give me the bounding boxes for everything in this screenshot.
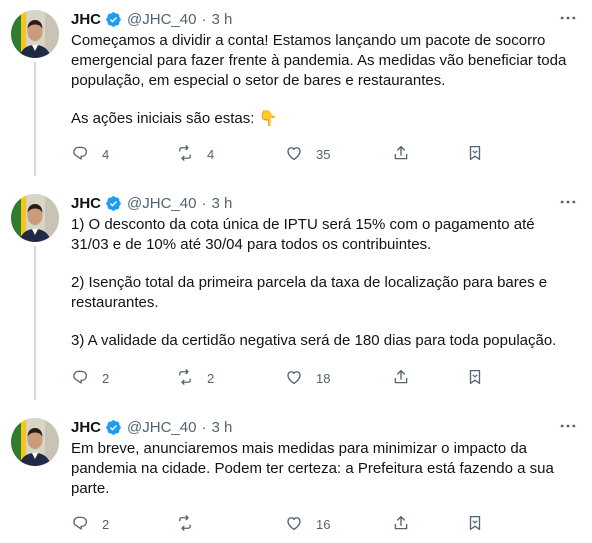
author-name[interactable]: JHC bbox=[71, 419, 101, 436]
share-button[interactable] bbox=[392, 514, 410, 534]
bookmark-icon bbox=[466, 514, 484, 535]
like-icon bbox=[285, 144, 303, 165]
more-options-icon[interactable] bbox=[558, 8, 578, 28]
like-button[interactable]: 35 bbox=[285, 144, 330, 164]
retweet-count: 2 bbox=[207, 370, 215, 386]
reply-icon bbox=[71, 514, 89, 535]
tweet-text: Em breve, anunciaremos mais medidas para… bbox=[71, 439, 576, 499]
reply-count: 2 bbox=[102, 516, 110, 532]
reply-icon bbox=[71, 368, 89, 389]
thread-line bbox=[34, 62, 36, 176]
bookmark-icon bbox=[466, 368, 484, 389]
retweet-count: 4 bbox=[207, 146, 215, 162]
tweet-actions: 4 4 35 bbox=[71, 144, 491, 164]
reply-count: 2 bbox=[102, 370, 110, 386]
verified-badge-icon bbox=[105, 195, 122, 212]
share-button[interactable] bbox=[392, 144, 410, 164]
author-handle[interactable]: @JHC_40 bbox=[127, 419, 196, 436]
tweet-timestamp[interactable]: 3 h bbox=[211, 11, 232, 28]
tweet-header: JHC @JHC_40 · 3 h bbox=[71, 9, 232, 29]
tweet-paragraph: As ações iniciais são estas: 👇 bbox=[71, 110, 278, 127]
share-icon bbox=[392, 144, 410, 165]
like-count: 18 bbox=[316, 370, 331, 386]
like-count: 16 bbox=[316, 516, 331, 532]
reply-count: 4 bbox=[102, 146, 110, 162]
tweet[interactable]: JHC @JHC_40 · 3 h 1) O desconto da cota … bbox=[0, 184, 592, 400]
share-icon bbox=[392, 514, 410, 535]
more-options-icon[interactable] bbox=[558, 192, 578, 212]
author-handle[interactable]: @JHC_40 bbox=[127, 11, 196, 28]
bookmark-button[interactable] bbox=[466, 144, 484, 164]
tweet-text: Começamos a dividir a conta! Estamos lan… bbox=[71, 31, 576, 129]
thread-line bbox=[34, 246, 36, 400]
reply-button[interactable]: 2 bbox=[71, 514, 109, 534]
like-button[interactable]: 18 bbox=[285, 368, 330, 388]
tweet[interactable]: JHC @JHC_40 · 3 h Em breve, anunciaremos… bbox=[0, 408, 592, 543]
tweet[interactable]: JHC @JHC_40 · 3 h Começamos a dividir a … bbox=[0, 0, 592, 176]
bookmark-button[interactable] bbox=[466, 368, 484, 388]
like-button[interactable]: 16 bbox=[285, 514, 330, 534]
tweet-text: 1) O desconto da cota única de IPTU será… bbox=[71, 215, 576, 351]
like-icon bbox=[285, 514, 303, 535]
avatar[interactable] bbox=[11, 10, 59, 58]
retweet-button[interactable] bbox=[176, 514, 207, 534]
tweet-actions: 2 2 18 bbox=[71, 368, 491, 388]
retweet-button[interactable]: 2 bbox=[176, 368, 214, 388]
bookmark-button[interactable] bbox=[466, 514, 484, 534]
tweet-actions: 2 16 bbox=[71, 514, 491, 534]
avatar[interactable] bbox=[11, 194, 59, 242]
retweet-icon bbox=[176, 368, 194, 389]
reply-button[interactable]: 4 bbox=[71, 144, 109, 164]
separator: · bbox=[201, 10, 207, 28]
retweet-button[interactable]: 4 bbox=[176, 144, 214, 164]
reply-button[interactable]: 2 bbox=[71, 368, 109, 388]
like-count: 35 bbox=[316, 146, 331, 162]
tweet-paragraph: 2) Isenção total da primeira parcela da … bbox=[71, 274, 548, 311]
tweet-paragraph: Começamos a dividir a conta! Estamos lan… bbox=[71, 32, 567, 89]
retweet-icon bbox=[176, 514, 194, 535]
reply-icon bbox=[71, 144, 89, 165]
author-handle[interactable]: @JHC_40 bbox=[127, 195, 196, 212]
like-icon bbox=[285, 368, 303, 389]
separator: · bbox=[201, 194, 207, 212]
retweet-icon bbox=[176, 144, 194, 165]
tweet-timestamp[interactable]: 3 h bbox=[211, 419, 232, 436]
more-options-icon[interactable] bbox=[558, 416, 578, 436]
tweet-timestamp[interactable]: 3 h bbox=[211, 195, 232, 212]
avatar[interactable] bbox=[11, 418, 59, 466]
author-name[interactable]: JHC bbox=[71, 11, 101, 28]
share-button[interactable] bbox=[392, 368, 410, 388]
separator: · bbox=[201, 418, 207, 436]
bookmark-icon bbox=[466, 144, 484, 165]
tweet-paragraph: Em breve, anunciaremos mais medidas para… bbox=[71, 440, 554, 497]
tweet-paragraph: 3) A validade da certidão negativa será … bbox=[71, 332, 557, 349]
verified-badge-icon bbox=[105, 11, 122, 28]
tweet-header: JHC @JHC_40 · 3 h bbox=[71, 417, 232, 437]
verified-badge-icon bbox=[105, 419, 122, 436]
tweet-header: JHC @JHC_40 · 3 h bbox=[71, 193, 232, 213]
share-icon bbox=[392, 368, 410, 389]
tweet-paragraph: 1) O desconto da cota única de IPTU será… bbox=[71, 216, 535, 253]
author-name[interactable]: JHC bbox=[71, 195, 101, 212]
